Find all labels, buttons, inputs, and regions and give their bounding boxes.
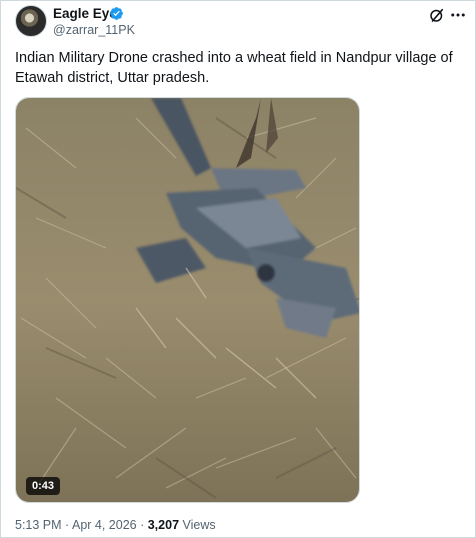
author-name[interactable]: Eagle Eye	[53, 6, 117, 22]
views-label: Views	[179, 518, 216, 532]
more-options-icon[interactable]	[448, 6, 468, 24]
tweet-meta: 5:13 PM · Apr 4, 2026 · 3,207 Views	[15, 518, 216, 533]
video-thumbnail	[16, 98, 359, 502]
tweet-text: Indian Military Drone crashed into a whe…	[15, 50, 453, 86]
author-avatar[interactable]	[15, 5, 47, 37]
meta-separator: ·	[61, 518, 72, 532]
views-count: 3,207	[147, 518, 180, 532]
tweet-time[interactable]: 5:13 PM	[15, 518, 62, 532]
verified-badge-icon	[110, 7, 123, 20]
video-duration-badge: 0:43	[26, 477, 61, 495]
grok-icon[interactable]	[428, 6, 446, 24]
author-handle[interactable]: @zarrar_11PK	[53, 23, 135, 38]
video-player[interactable]	[15, 97, 360, 503]
meta-separator: ·	[136, 518, 148, 532]
tweet-date[interactable]: Apr 4, 2026	[72, 518, 137, 532]
